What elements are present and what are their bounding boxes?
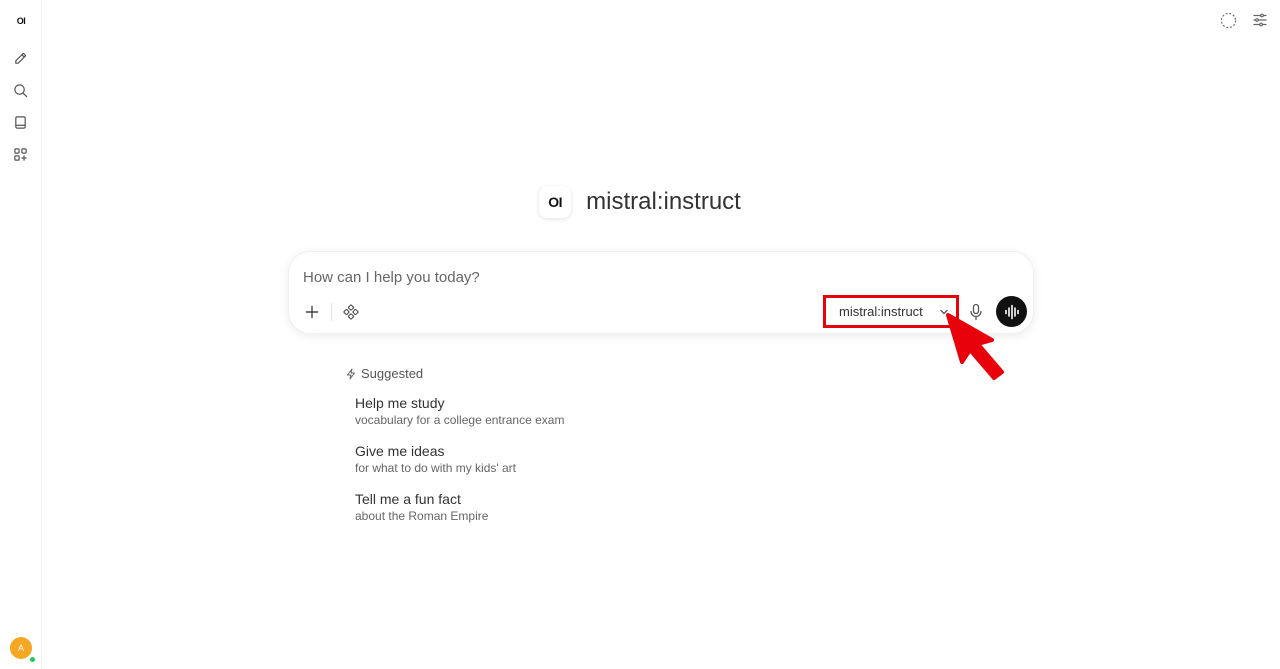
model-heading: OI mistral:instruct [0,186,1280,218]
toolbar-divider [331,303,332,321]
suggestion-subtitle: vocabulary for a college entrance exam [355,413,565,427]
suggested-label: Suggested [361,366,424,381]
suggestion-item[interactable]: Give me ideas for what to do with my kid… [355,442,516,476]
user-avatar[interactable]: A [10,637,32,659]
settings-sliders-icon[interactable] [1251,11,1269,29]
suggestion-title: Give me ideas [355,443,445,459]
suggestion-subtitle: for what to do with my kids' art [355,461,517,475]
model-title: mistral:instruct [586,188,741,215]
sidebar: OI A [0,0,42,669]
suggestion-item[interactable]: Help me study vocabulary for a college e… [355,394,564,428]
suggestion-title: Help me study [355,395,445,411]
suggestion-subtitle: about the Roman Empire [355,509,489,523]
online-status-dot [29,656,36,663]
tools-icon [343,304,359,320]
search-icon[interactable] [11,81,29,99]
plus-icon [305,305,319,319]
controls-icon[interactable] [1219,11,1237,29]
new-chat-icon[interactable] [11,49,29,67]
model-selector-dropdown[interactable]: mistral:instruct [823,295,959,328]
add-attachment-button[interactable] [302,302,322,322]
suggested-header: Suggested [345,366,423,381]
chat-input-box: mistral:instruct [288,251,1034,334]
model-selector-label: mistral:instruct [839,304,923,319]
suggestion-title: Tell me a fun fact [355,491,461,507]
chat-input[interactable] [303,266,1003,288]
app-logo[interactable]: OI [10,12,32,30]
tools-button[interactable] [341,302,361,322]
suggestion-item[interactable]: Tell me a fun fact about the Roman Empir… [355,490,488,524]
notes-icon[interactable] [11,113,29,131]
model-logo: OI [539,186,572,218]
workspace-icon[interactable] [11,145,29,163]
annotation-arrow-icon [946,313,1004,380]
lightning-icon [347,368,355,379]
